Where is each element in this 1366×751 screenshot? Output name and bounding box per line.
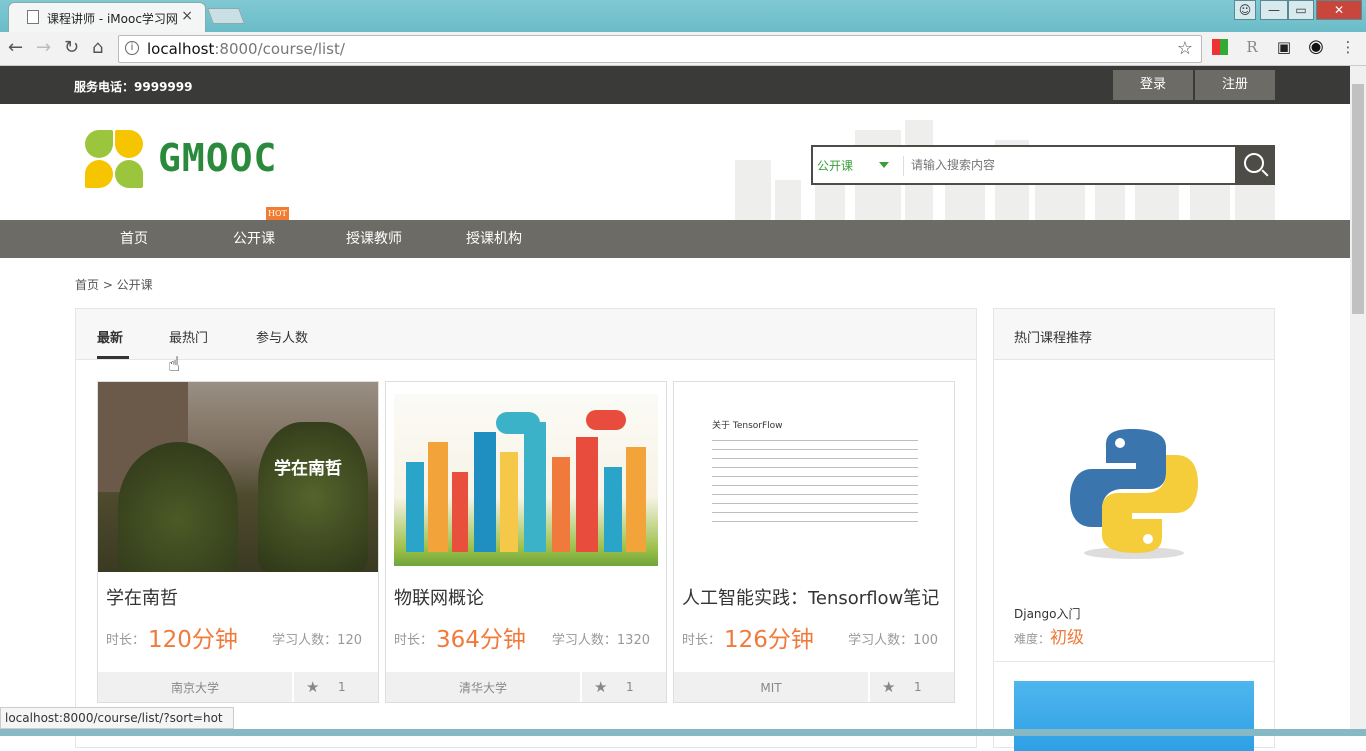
page-scrollbar[interactable] xyxy=(1350,66,1366,736)
course-name[interactable]: 人工智能实践：Tensorflow笔记 xyxy=(682,584,939,610)
fav-count: 1 xyxy=(914,680,922,694)
search-input[interactable] xyxy=(911,153,1231,177)
tab-close-icon[interactable]: × xyxy=(181,8,193,24)
divider xyxy=(994,661,1274,662)
fav-count: 1 xyxy=(338,680,346,694)
duration-label: 时长： xyxy=(682,633,722,648)
course-org[interactable]: 清华大学 xyxy=(386,672,582,702)
browser-tab[interactable]: 课程讲师 - iMooc学习网 × xyxy=(8,2,206,32)
site-header: GMOOC 公开课 xyxy=(0,104,1350,220)
back-icon[interactable]: ← xyxy=(8,37,23,58)
course-org[interactable]: MIT xyxy=(674,672,870,702)
course-card[interactable]: 关于 TensorFlow 人工智能实践：Tensorflow笔记 时长： 12… xyxy=(673,381,955,703)
star-icon[interactable]: ★ xyxy=(594,678,607,696)
user-icon[interactable]: ☺ xyxy=(1234,0,1256,20)
main-nav: 首页 公开课 授课教师 授课机构 xyxy=(0,220,1350,258)
search-button[interactable] xyxy=(1235,145,1275,185)
browser-toolbar: ← → ↻ ⌂ i localhost:8000/course/list/ ☆ … xyxy=(0,32,1366,66)
sort-tabs: 最新 最热门 参与人数 xyxy=(76,309,976,360)
course-list-panel: 最新 最热门 参与人数 学在南哲 学在南哲 时长： 120分钟 学习人数：120… xyxy=(75,308,977,748)
register-button[interactable]: 注册 xyxy=(1195,70,1275,100)
active-tab-underline xyxy=(97,356,129,359)
logo-icon[interactable] xyxy=(85,130,143,188)
course-image[interactable] xyxy=(386,382,666,572)
extension-r-icon[interactable]: R xyxy=(1244,39,1260,55)
login-button[interactable]: 登录 xyxy=(1113,70,1193,100)
search-scope-select[interactable]: 公开课 xyxy=(817,157,853,174)
card-footer: 南京大学 ★ 1 xyxy=(98,672,378,702)
extension-translate-icon[interactable] xyxy=(1212,39,1228,55)
site-topbar: 服务电话：9999999 登录 注册 xyxy=(0,66,1350,104)
image-text-block xyxy=(712,440,918,524)
course-duration: 364分钟 xyxy=(436,627,526,653)
duration-label: 时长： xyxy=(106,633,146,648)
course-image[interactable]: 学在南哲 xyxy=(98,382,378,572)
star-icon[interactable]: ★ xyxy=(306,678,319,696)
nav-item-orgs[interactable]: 授课机构 xyxy=(466,220,522,258)
nav-item-home[interactable]: 首页 xyxy=(120,220,148,258)
tab-latest[interactable]: 最新 xyxy=(97,327,123,346)
nav-item-courses[interactable]: 公开课 xyxy=(233,220,275,258)
reload-icon[interactable]: ↻ xyxy=(64,37,79,58)
logo-text[interactable]: GMOOC xyxy=(158,136,277,180)
minimize-button[interactable]: — xyxy=(1260,0,1288,20)
fav-count: 1 xyxy=(626,680,634,694)
card-footer: 清华大学 ★ 1 xyxy=(386,672,666,702)
nav-item-teachers[interactable]: 授课教师 xyxy=(346,220,402,258)
star-icon[interactable]: ★ xyxy=(882,678,895,696)
extension-circle-icon[interactable]: ◉ xyxy=(1308,38,1324,56)
hot-badge: HOT xyxy=(266,207,289,220)
home-icon[interactable]: ⌂ xyxy=(92,37,103,58)
extension-tab-icon[interactable]: ▣ xyxy=(1276,39,1292,55)
menu-icon[interactable]: ⋮ xyxy=(1340,39,1356,55)
scrollbar-thumb[interactable] xyxy=(1352,84,1364,314)
course-card[interactable]: 学在南哲 学在南哲 时长： 120分钟 学习人数：120 南京大学 ★ 1 xyxy=(97,381,379,703)
status-bar: localhost:8000/course/list/?sort=hot xyxy=(0,707,234,729)
forward-icon[interactable]: → xyxy=(36,37,51,58)
hot-courses-sidebar: 热门课程推荐 Django入门 难度：初级 xyxy=(993,308,1275,751)
browser-tabbar: 课程讲师 - iMooc学习网 × ☺ — ▭ ✕ xyxy=(0,0,1366,32)
image-caption: 学在南哲 xyxy=(274,459,342,479)
course-card[interactable]: 物联网概论 时长： 364分钟 学习人数：1320 清华大学 ★ 1 xyxy=(385,381,667,703)
service-phone: 服务电话：9999999 xyxy=(74,80,193,94)
sidebar-course-name[interactable]: Django入门 xyxy=(1014,605,1081,622)
bookmark-star-icon[interactable]: ☆ xyxy=(1177,38,1193,59)
tab-hottest[interactable]: 最热门 xyxy=(169,327,208,346)
student-count: 学习人数：100 xyxy=(848,633,938,648)
chevron-down-icon[interactable] xyxy=(879,162,889,168)
address-bar[interactable]: i localhost:8000/course/list/ ☆ xyxy=(118,35,1202,63)
course-duration: 126分钟 xyxy=(724,627,814,653)
python-logo-icon[interactable] xyxy=(1066,421,1202,561)
sidebar-course-image[interactable] xyxy=(1014,681,1254,751)
window-close-button[interactable]: ✕ xyxy=(1316,0,1362,20)
student-count: 学习人数：1320 xyxy=(551,633,650,648)
breadcrumb[interactable]: 首页 > 公开课 xyxy=(75,276,153,293)
tab-participants[interactable]: 参与人数 xyxy=(256,327,308,346)
card-footer: MIT ★ 1 xyxy=(674,672,954,702)
course-name[interactable]: 物联网概论 xyxy=(394,584,484,610)
course-image[interactable]: 关于 TensorFlow xyxy=(674,382,954,572)
duration-label: 时长： xyxy=(394,633,434,648)
course-name[interactable]: 学在南哲 xyxy=(106,584,178,610)
os-taskbar xyxy=(0,729,1366,736)
tab-title: 课程讲师 - iMooc学习网 xyxy=(47,12,178,26)
info-icon[interactable]: i xyxy=(125,41,139,55)
student-count: 学习人数：120 xyxy=(272,633,362,648)
hand-cursor-icon: ☝ xyxy=(168,352,181,376)
divider xyxy=(903,156,904,176)
search-bar: 公开课 xyxy=(811,145,1275,185)
image-title: 关于 TensorFlow xyxy=(712,421,783,431)
new-tab-button[interactable] xyxy=(207,8,245,24)
url-text: localhost:8000/course/list/ xyxy=(147,40,345,58)
page-icon xyxy=(27,10,39,24)
sidebar-course-level: 难度：初级 xyxy=(1014,628,1085,648)
course-org[interactable]: 南京大学 xyxy=(98,672,294,702)
sidebar-title: 热门课程推荐 xyxy=(994,309,1274,360)
maximize-button[interactable]: ▭ xyxy=(1288,0,1314,20)
course-duration: 120分钟 xyxy=(148,627,238,653)
